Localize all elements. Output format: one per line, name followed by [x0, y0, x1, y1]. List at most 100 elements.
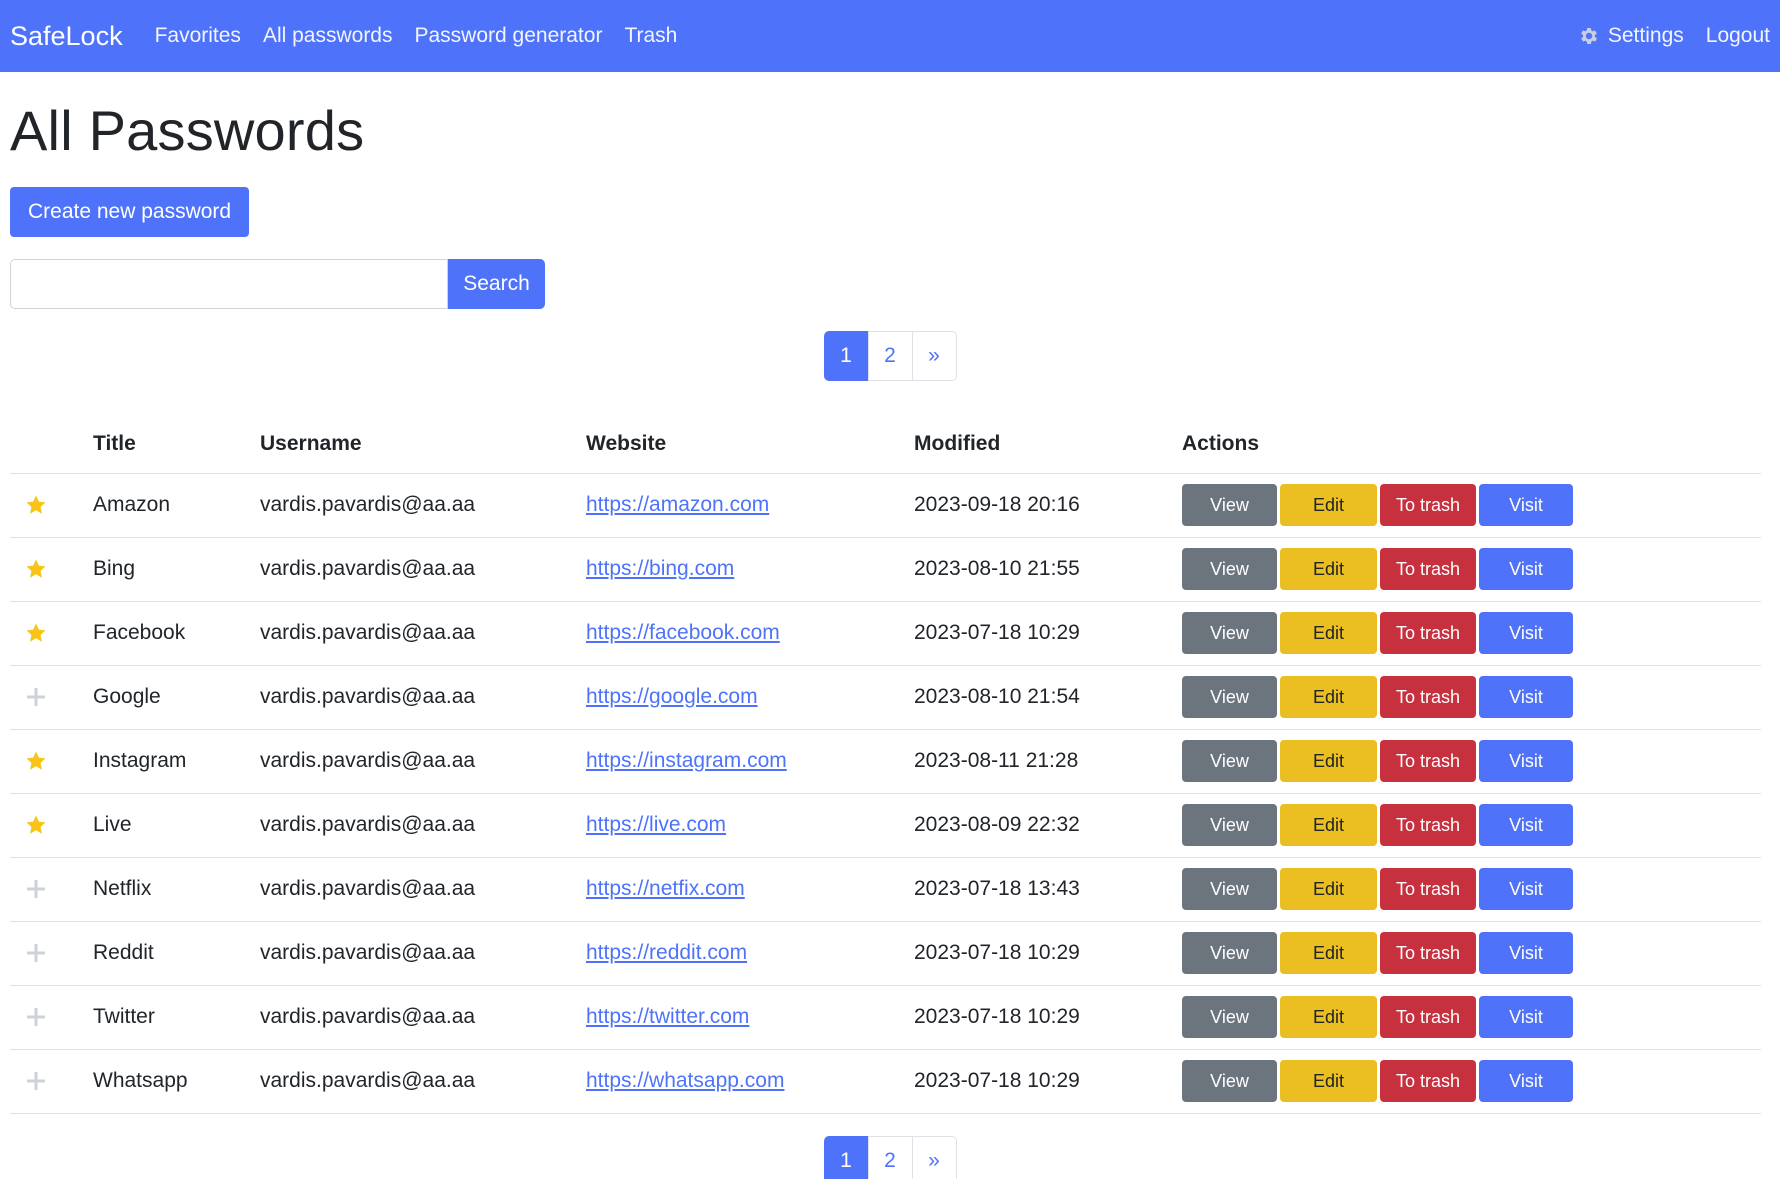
edit-button[interactable]: Edit	[1280, 548, 1377, 590]
nav-password-generator[interactable]: Password generator	[415, 24, 603, 48]
modified-cell: 2023-07-18 10:29	[914, 921, 1182, 986]
edit-button[interactable]: Edit	[1280, 1060, 1377, 1102]
view-button[interactable]: View	[1182, 804, 1277, 846]
star-icon[interactable]	[24, 749, 48, 773]
website-link[interactable]: https://instagram.com	[586, 749, 787, 772]
website-link[interactable]: https://facebook.com	[586, 621, 780, 644]
visit-button[interactable]: Visit	[1479, 996, 1573, 1038]
website-link[interactable]: https://twitter.com	[586, 1005, 749, 1028]
website-cell: https://netfix.com	[586, 857, 914, 922]
visit-button[interactable]: Visit	[1479, 1060, 1573, 1102]
visit-button[interactable]: Visit	[1479, 676, 1573, 718]
website-link[interactable]: https://bing.com	[586, 557, 734, 580]
visit-button[interactable]: Visit	[1479, 740, 1573, 782]
edit-button[interactable]: Edit	[1280, 996, 1377, 1038]
modified-cell: 2023-07-18 10:29	[914, 985, 1182, 1050]
to-trash-button[interactable]: To trash	[1380, 548, 1476, 590]
plus-icon[interactable]	[24, 877, 48, 901]
to-trash-button[interactable]: To trash	[1380, 804, 1476, 846]
page-link-1[interactable]: 1	[823, 331, 869, 381]
edit-button[interactable]: Edit	[1280, 804, 1377, 846]
plus-icon[interactable]	[24, 1069, 48, 1093]
edit-button[interactable]: Edit	[1280, 676, 1377, 718]
search-button[interactable]: Search	[448, 259, 545, 309]
to-trash-button[interactable]: To trash	[1380, 932, 1476, 974]
to-trash-button[interactable]: To trash	[1380, 612, 1476, 654]
star-icon[interactable]	[24, 493, 48, 517]
username-cell: vardis.pavardis@aa.aa	[260, 473, 586, 538]
table-row: Twitter vardis.pavardis@aa.aa https://twit…	[10, 985, 1761, 1050]
star-icon[interactable]	[24, 621, 48, 645]
visit-button[interactable]: Visit	[1479, 548, 1573, 590]
visit-button[interactable]: Visit	[1479, 484, 1573, 526]
edit-button[interactable]: Edit	[1280, 868, 1377, 910]
view-button[interactable]: View	[1182, 1060, 1277, 1102]
view-button[interactable]: View	[1182, 676, 1277, 718]
actions-cell: View Edit To trash Visit	[1182, 665, 1761, 730]
nav-trash[interactable]: Trash	[624, 24, 677, 48]
actions-cell: View Edit To trash Visit	[1182, 1049, 1761, 1114]
page-next[interactable]: »	[911, 331, 957, 381]
view-button[interactable]: View	[1182, 868, 1277, 910]
actions-cell: View Edit To trash Visit	[1182, 921, 1761, 986]
website-cell: https://live.com	[586, 793, 914, 858]
view-button[interactable]: View	[1182, 484, 1277, 526]
table-row: Reddit vardis.pavardis@aa.aa https://reddi…	[10, 921, 1761, 986]
plus-icon[interactable]	[24, 941, 48, 965]
page-link-2[interactable]: 2	[867, 1135, 913, 1179]
edit-button[interactable]: Edit	[1280, 932, 1377, 974]
visit-button[interactable]: Visit	[1479, 868, 1573, 910]
view-button[interactable]: View	[1182, 740, 1277, 782]
website-link[interactable]: https://reddit.com	[586, 941, 747, 964]
username-cell: vardis.pavardis@aa.aa	[260, 1049, 586, 1114]
to-trash-button[interactable]: To trash	[1380, 1060, 1476, 1102]
view-button[interactable]: View	[1182, 548, 1277, 590]
website-link[interactable]: https://whatsapp.com	[586, 1069, 784, 1092]
username-cell: vardis.pavardis@aa.aa	[260, 601, 586, 666]
view-button[interactable]: View	[1182, 996, 1277, 1038]
visit-button[interactable]: Visit	[1479, 932, 1573, 974]
page-link-1[interactable]: 1	[823, 1135, 869, 1179]
nav-all-passwords[interactable]: All passwords	[263, 24, 393, 48]
actions-cell: View Edit To trash Visit	[1182, 601, 1761, 666]
page-next[interactable]: »	[911, 1135, 957, 1179]
create-password-button[interactable]: Create new password	[10, 187, 250, 237]
to-trash-button[interactable]: To trash	[1380, 676, 1476, 718]
website-link[interactable]: https://netfix.com	[586, 877, 745, 900]
star-icon[interactable]	[24, 557, 48, 581]
visit-button[interactable]: Visit	[1479, 804, 1573, 846]
nav-settings[interactable]: Settings	[1578, 24, 1684, 48]
view-button[interactable]: View	[1182, 932, 1277, 974]
website-cell: https://whatsapp.com	[586, 1049, 914, 1114]
to-trash-button[interactable]: To trash	[1380, 484, 1476, 526]
modified-cell: 2023-07-18 10:29	[914, 601, 1182, 666]
to-trash-button[interactable]: To trash	[1380, 996, 1476, 1038]
nav-favorites[interactable]: Favorites	[155, 24, 241, 48]
page-link-2[interactable]: 2	[867, 331, 913, 381]
to-trash-button[interactable]: To trash	[1380, 868, 1476, 910]
nav-logout[interactable]: Logout	[1706, 24, 1770, 48]
star-icon[interactable]	[24, 813, 48, 837]
website-link[interactable]: https://google.com	[586, 685, 758, 708]
favorite-cell	[10, 1049, 93, 1114]
search-input[interactable]	[10, 259, 448, 309]
passwords-table: Title Username Website Modified Actions …	[10, 415, 1761, 1114]
view-button[interactable]: View	[1182, 612, 1277, 654]
title-cell: Whatsapp	[93, 1049, 260, 1114]
plus-icon[interactable]	[24, 685, 48, 709]
website-link[interactable]: https://amazon.com	[586, 493, 769, 516]
title-cell: Reddit	[93, 921, 260, 986]
edit-button[interactable]: Edit	[1280, 740, 1377, 782]
favorite-cell	[10, 473, 93, 538]
visit-button[interactable]: Visit	[1479, 612, 1573, 654]
website-link[interactable]: https://live.com	[586, 813, 726, 836]
edit-button[interactable]: Edit	[1280, 612, 1377, 654]
modified-cell: 2023-08-10 21:54	[914, 665, 1182, 730]
plus-icon[interactable]	[24, 1005, 48, 1029]
title-cell: Amazon	[93, 473, 260, 538]
favorite-cell	[10, 729, 93, 794]
table-row: Amazon vardis.pavardis@aa.aa https://amazo…	[10, 473, 1761, 538]
edit-button[interactable]: Edit	[1280, 484, 1377, 526]
to-trash-button[interactable]: To trash	[1380, 740, 1476, 782]
brand-logo[interactable]: SafeLock	[10, 21, 123, 52]
